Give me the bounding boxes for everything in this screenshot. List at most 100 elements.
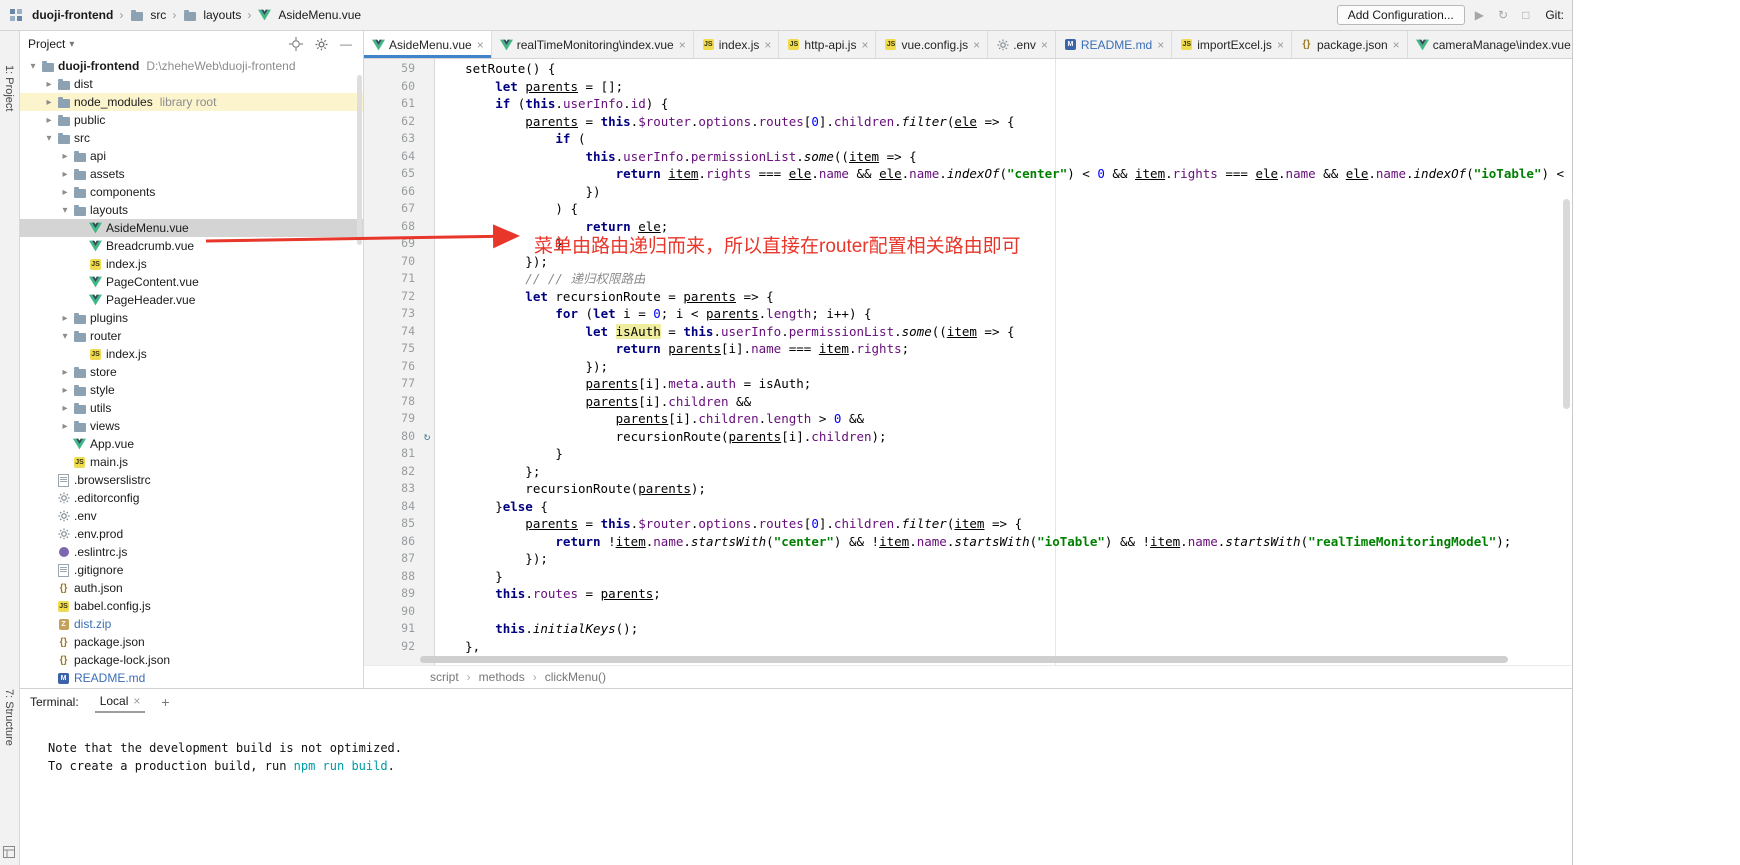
code-line[interactable]: 73for (let i = 0; i < parents.length; i+… [364, 305, 1572, 323]
chevron-down-icon[interactable]: ▾ [26, 61, 40, 72]
chevron-right-icon[interactable]: ▸ [58, 421, 72, 432]
code-line[interactable]: 88} [364, 568, 1572, 586]
new-terminal-button[interactable]: + [161, 694, 169, 710]
code-line[interactable]: 72let recursionRoute = parents => { [364, 288, 1572, 306]
breadcrumb-item[interactable]: AsideMenu.vue [257, 8, 361, 22]
code-line[interactable]: 75return parents[i].name === item.rights… [364, 340, 1572, 358]
code-line[interactable]: 84}else { [364, 498, 1572, 516]
tree-row[interactable]: ▸utils [20, 399, 363, 417]
code-line[interactable]: 79parents[i].children.length > 0 && [364, 410, 1572, 428]
close-icon[interactable]: × [133, 694, 140, 708]
code-line[interactable]: 60let parents = []; [364, 78, 1572, 96]
chevron-right-icon[interactable]: ▸ [58, 367, 72, 378]
vertical-scrollbar[interactable] [1563, 199, 1570, 409]
tree-row[interactable]: .editorconfig [20, 489, 363, 507]
code-line[interactable]: 59setRoute() { [364, 60, 1572, 78]
chevron-right-icon[interactable]: ▸ [58, 313, 72, 324]
tool-window-switcher-icon[interactable] [3, 846, 15, 858]
tree-row[interactable]: {}package.json [20, 633, 363, 651]
breadcrumb-item[interactable]: layouts [182, 8, 241, 22]
tree-row[interactable]: AsideMenu.vue [20, 219, 363, 237]
breadcrumb-item[interactable]: methods [479, 670, 525, 684]
tree-row[interactable]: MREADME.md [20, 669, 363, 687]
close-icon[interactable]: × [861, 38, 868, 52]
editor-tab[interactable]: cameraManage\index.vue× [1408, 31, 1572, 58]
chevron-down-icon[interactable]: ▾ [42, 133, 56, 144]
editor-tab[interactable]: AsideMenu.vue× [364, 31, 492, 58]
close-icon[interactable]: × [973, 38, 980, 52]
code-line[interactable]: 62parents = this.$router.options.routes[… [364, 113, 1572, 131]
code-line[interactable]: 67) { [364, 200, 1572, 218]
project-tree-scrollbar[interactable] [357, 75, 362, 245]
code-line[interactable]: 92}, [364, 638, 1572, 656]
tree-row[interactable]: .env.prod [20, 525, 363, 543]
chevron-right-icon[interactable]: ▸ [42, 97, 56, 108]
code-line[interactable]: 68return ele; [364, 218, 1572, 236]
tree-row[interactable]: ▾layouts [20, 201, 363, 219]
code-line[interactable]: 76}); [364, 358, 1572, 376]
tree-row[interactable]: ▸style [20, 381, 363, 399]
editor-tab[interactable]: realTimeMonitoring\index.vue× [492, 31, 694, 58]
close-icon[interactable]: × [1393, 38, 1400, 52]
settings-gear-icon[interactable] [312, 38, 331, 51]
chevron-right-icon[interactable]: ▸ [58, 403, 72, 414]
tree-row[interactable]: ▸components [20, 183, 363, 201]
tree-row[interactable]: .env [20, 507, 363, 525]
editor-tab[interactable]: JSindex.js× [694, 31, 780, 58]
chevron-right-icon[interactable]: ▸ [42, 115, 56, 126]
code-line[interactable]: 64this.userInfo.permissionList.some((ite… [364, 148, 1572, 166]
code-line[interactable]: 69} [364, 235, 1572, 253]
tool-window-structure-button[interactable]: 7: Structure [3, 689, 15, 746]
code-line[interactable]: 80↻recursionRoute(parents[i].children); [364, 428, 1572, 446]
tool-window-project-button[interactable]: 1: Project [3, 65, 15, 111]
tree-row[interactable]: ▸views [20, 417, 363, 435]
tree-row[interactable]: App.vue [20, 435, 363, 453]
code-line[interactable]: 71// // 递归权限路由 [364, 270, 1572, 288]
project-view-dropdown[interactable]: Project ▾ [28, 37, 74, 51]
code-line[interactable]: 74let isAuth = this.userInfo.permissionL… [364, 323, 1572, 341]
tree-row[interactable]: ▸public [20, 111, 363, 129]
editor-tab[interactable]: JShttp-api.js× [779, 31, 876, 58]
chevron-right-icon[interactable]: ▸ [58, 169, 72, 180]
code-line[interactable]: 78parents[i].children && [364, 393, 1572, 411]
code-line[interactable]: 86return !item.name.startsWith("center")… [364, 533, 1572, 551]
code-line[interactable]: 90 [364, 603, 1572, 621]
tree-row[interactable]: {}auth.json [20, 579, 363, 597]
code-line[interactable]: 89this.routes = parents; [364, 585, 1572, 603]
close-icon[interactable]: × [679, 38, 686, 52]
close-icon[interactable]: × [1041, 38, 1048, 52]
editor-tab[interactable]: JSimportExcel.js× [1172, 31, 1292, 58]
close-icon[interactable]: × [477, 38, 484, 52]
close-icon[interactable]: × [764, 38, 771, 52]
tree-row[interactable]: .gitignore [20, 561, 363, 579]
code-line[interactable]: 85parents = this.$router.options.routes[… [364, 515, 1572, 533]
breadcrumb-item[interactable]: duoji-frontend [32, 8, 113, 22]
chevron-down-icon[interactable]: ▾ [58, 205, 72, 216]
chevron-right-icon[interactable]: ▸ [42, 79, 56, 90]
code-line[interactable]: 77parents[i].meta.auth = isAuth; [364, 375, 1572, 393]
tree-row[interactable]: ▾router [20, 327, 363, 345]
chevron-right-icon[interactable]: ▸ [58, 151, 72, 162]
chevron-down-icon[interactable]: ▾ [58, 331, 72, 342]
chevron-right-icon[interactable]: ▸ [58, 385, 72, 396]
code-line[interactable]: 82}; [364, 463, 1572, 481]
tree-row[interactable]: PageContent.vue [20, 273, 363, 291]
terminal-output[interactable]: Note that the development build is not o… [20, 715, 1572, 865]
tree-row[interactable]: ▾duoji-frontendD:\zheheWeb\duoji-fronten… [20, 57, 363, 75]
run-icon[interactable]: ▶ [1471, 8, 1488, 22]
code-line[interactable]: 83recursionRoute(parents); [364, 480, 1572, 498]
close-icon[interactable]: × [1277, 38, 1284, 52]
git-label[interactable]: Git: [1545, 8, 1564, 22]
tree-row[interactable]: ▸store [20, 363, 363, 381]
close-icon[interactable]: × [1157, 38, 1164, 52]
locate-file-icon[interactable] [286, 37, 306, 51]
code-line[interactable]: 61if (this.userInfo.id) { [364, 95, 1572, 113]
code-line[interactable]: 63if ( [364, 130, 1572, 148]
code-line[interactable]: 70}); [364, 253, 1572, 271]
tree-row[interactable]: Zdist.zip [20, 615, 363, 633]
editor-tab[interactable]: {}package.json× [1292, 31, 1408, 58]
tree-row[interactable]: .eslintrc.js [20, 543, 363, 561]
tree-row[interactable]: ▾src [20, 129, 363, 147]
breadcrumb-item[interactable]: script [430, 670, 459, 684]
breadcrumb-item[interactable]: clickMenu() [545, 670, 606, 684]
